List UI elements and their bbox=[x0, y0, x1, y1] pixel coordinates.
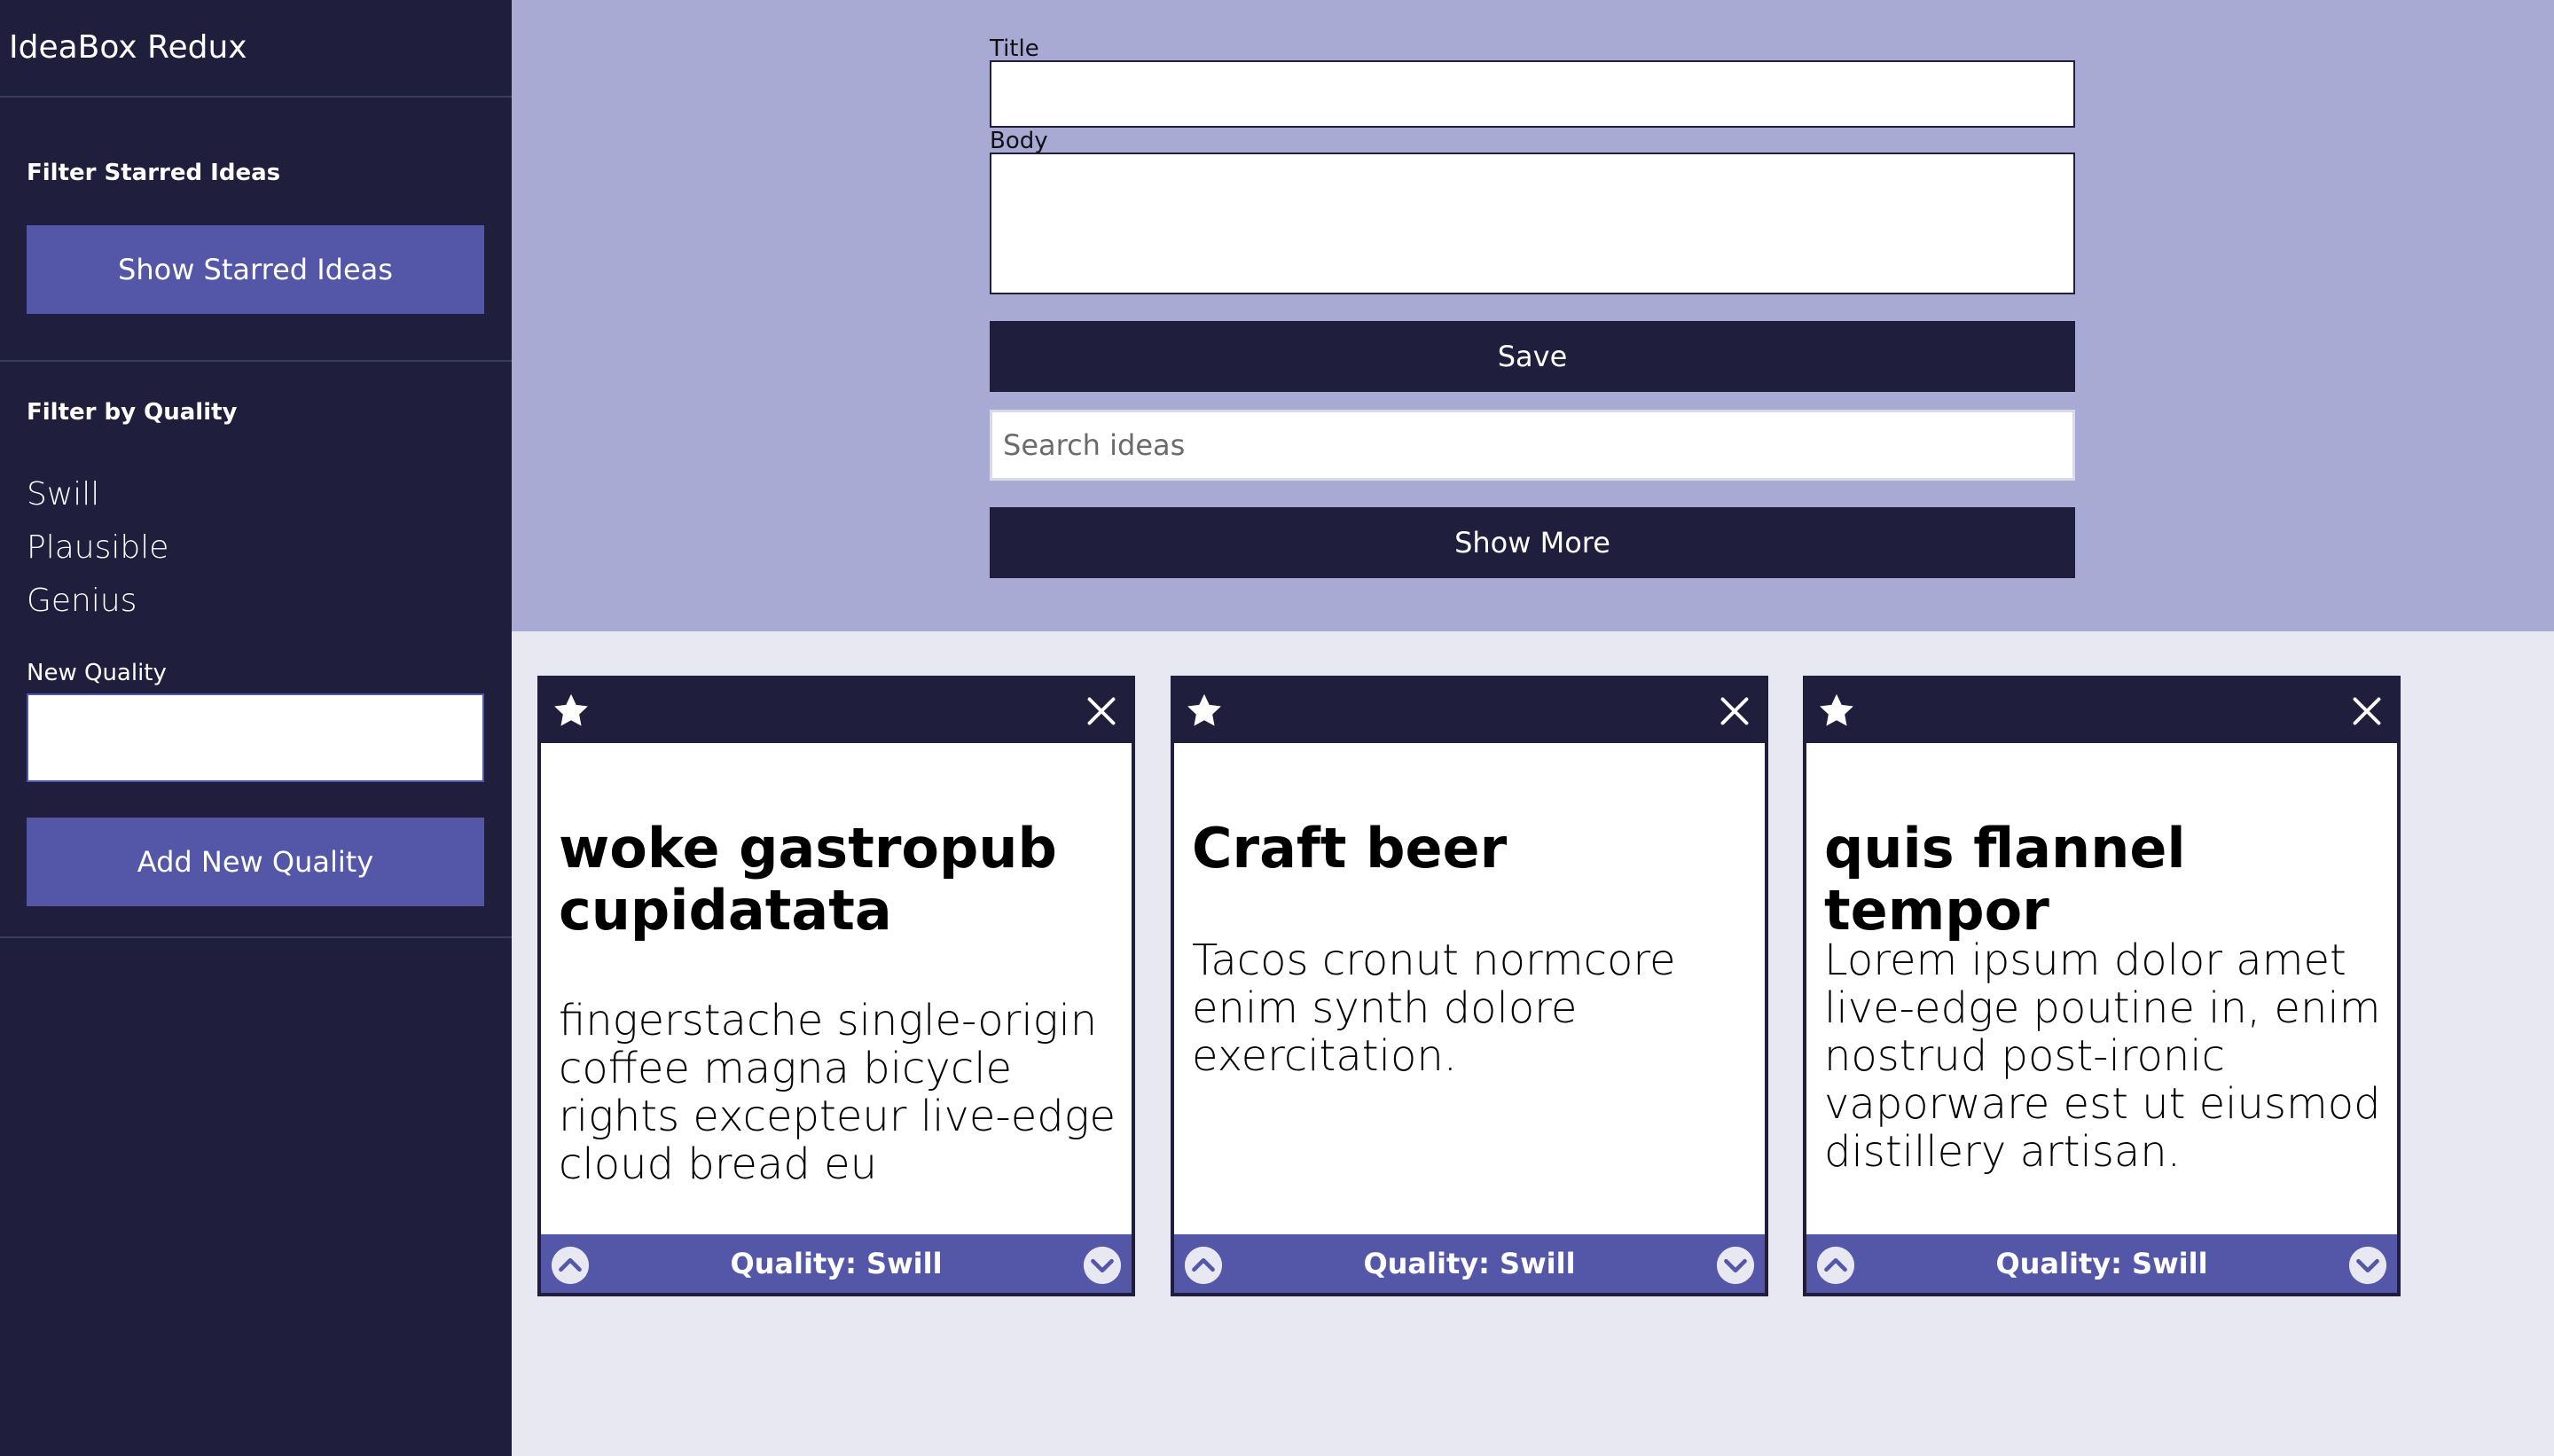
filter-starred-label: Filter Starred Ideas bbox=[27, 160, 281, 186]
search-input[interactable] bbox=[990, 410, 2075, 481]
save-button[interactable]: Save bbox=[990, 321, 2075, 392]
quality-filter-list: Swill Plausible Genius bbox=[27, 468, 168, 628]
new-quality-label: New Quality bbox=[27, 660, 167, 686]
star-icon[interactable] bbox=[1817, 692, 1856, 731]
card-footer: Quality: Swill bbox=[1174, 1234, 1765, 1293]
card-footer: Quality: Swill bbox=[541, 1234, 1132, 1293]
quality-filter-swill[interactable]: Swill bbox=[27, 468, 168, 521]
chevron-down-circle-icon[interactable] bbox=[2347, 1245, 2388, 1286]
star-icon[interactable] bbox=[1185, 692, 1224, 731]
idea-title[interactable]: Craft beer bbox=[1192, 818, 1751, 880]
show-starred-button[interactable]: Show Starred Ideas bbox=[27, 225, 484, 314]
chevron-down-circle-icon[interactable] bbox=[1082, 1245, 1123, 1286]
add-quality-button[interactable]: Add New Quality bbox=[27, 818, 484, 906]
idea-body[interactable]: Lorem ipsum dolor amet live-edge poutine… bbox=[1824, 936, 2388, 1176]
star-icon[interactable] bbox=[552, 692, 591, 731]
new-quality-input[interactable] bbox=[27, 693, 484, 782]
card-footer: Quality: Swill bbox=[1806, 1234, 2397, 1293]
quality-filter-plausible[interactable]: Plausible bbox=[27, 521, 168, 575]
filter-quality-label: Filter by Quality bbox=[27, 399, 238, 426]
idea-body[interactable]: fingerstache single-origin coffee magna … bbox=[559, 997, 1123, 1188]
idea-card: quis flannel tempor Lorem ipsum dolor am… bbox=[1803, 676, 2401, 1296]
quality-filter-genius[interactable]: Genius bbox=[27, 575, 168, 628]
card-header bbox=[1174, 679, 1765, 743]
idea-title[interactable]: quis flannel tempor bbox=[1824, 818, 2383, 942]
idea-quality: Quality: Swill bbox=[1995, 1247, 2208, 1280]
divider bbox=[0, 936, 512, 938]
sidebar: IdeaBox Redux Filter Starred Ideas Show … bbox=[0, 0, 512, 1456]
card-header bbox=[541, 679, 1132, 743]
idea-card: Craft beer Tacos cronut normcore enim sy… bbox=[1171, 676, 1768, 1296]
title-label: Title bbox=[990, 35, 1039, 62]
card-header bbox=[1806, 679, 2397, 743]
idea-quality: Quality: Swill bbox=[730, 1247, 943, 1280]
divider bbox=[0, 360, 512, 362]
idea-title[interactable]: woke gastropub cupidatata bbox=[559, 818, 1117, 942]
app-title: IdeaBox Redux bbox=[9, 29, 247, 66]
close-icon[interactable] bbox=[1085, 695, 1117, 727]
close-icon[interactable] bbox=[2351, 695, 2383, 727]
title-input[interactable] bbox=[990, 60, 2075, 128]
idea-card: woke gastropub cupidatata fingerstache s… bbox=[537, 676, 1135, 1296]
idea-body[interactable]: Tacos cronut normcore enim synth dolore … bbox=[1192, 936, 1756, 1080]
body-input[interactable] bbox=[990, 153, 2075, 294]
close-icon[interactable] bbox=[1719, 695, 1751, 727]
divider bbox=[0, 96, 512, 98]
chevron-down-circle-icon[interactable] bbox=[1715, 1245, 1756, 1286]
idea-quality: Quality: Swill bbox=[1363, 1247, 1576, 1280]
show-more-button[interactable]: Show More bbox=[990, 507, 2075, 578]
body-label: Body bbox=[990, 128, 1048, 154]
